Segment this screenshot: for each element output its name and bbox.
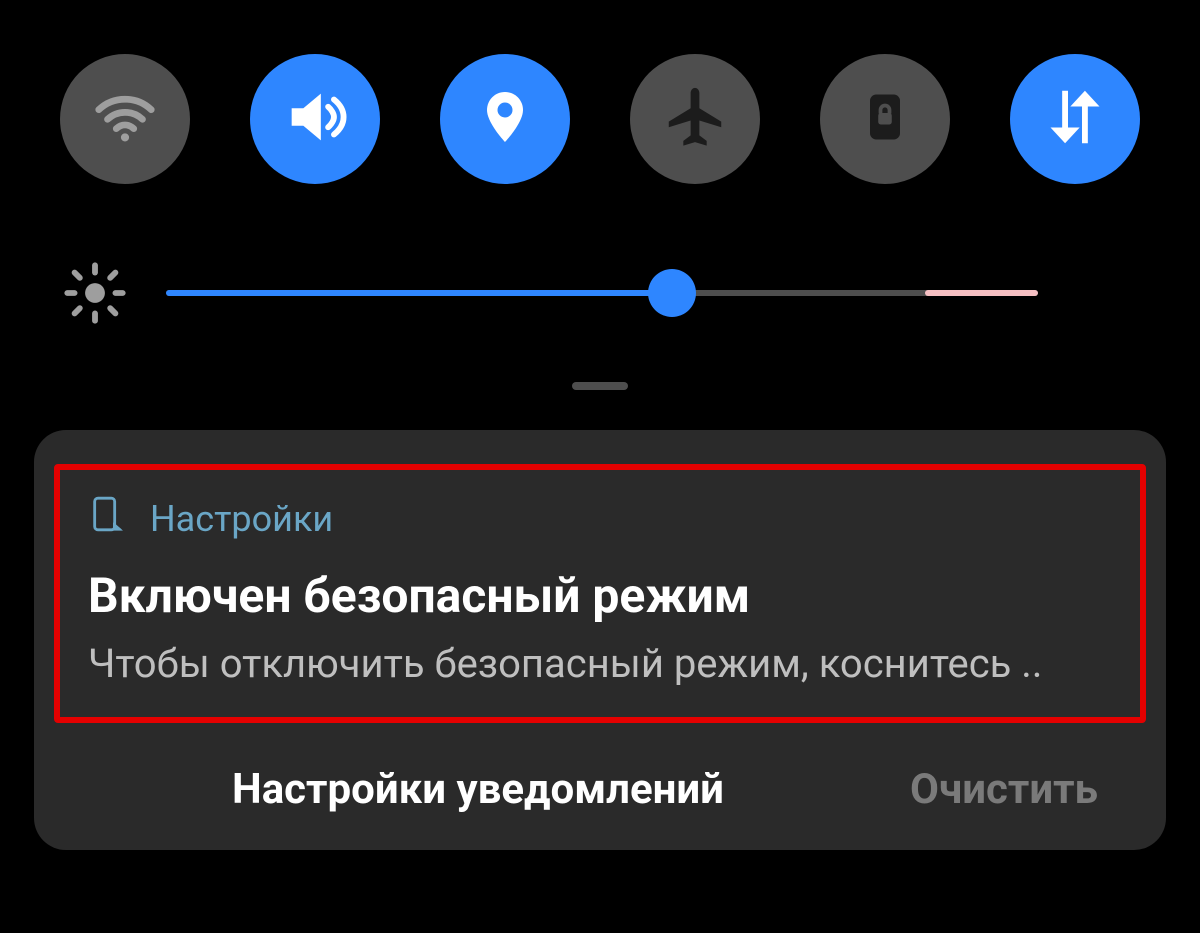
expand-button[interactable] [1080, 263, 1140, 323]
rotation-lock-toggle[interactable] [820, 54, 950, 184]
notification-area: Настройки Включен безопасный режим Чтобы… [0, 400, 1200, 850]
airplane-icon [660, 82, 730, 156]
wifi-icon [90, 82, 160, 156]
brightness-slider[interactable] [166, 273, 1038, 313]
settings-app-icon [88, 494, 150, 543]
wifi-toggle[interactable] [60, 54, 190, 184]
volume-icon [280, 82, 350, 156]
notification-body: Чтобы отключить безопасный режим, коснит… [88, 640, 1112, 687]
location-icon [475, 87, 535, 151]
notification-actions: Настройки уведомлений Очистить [46, 765, 1154, 814]
rotation-lock-icon [855, 87, 915, 151]
mobile-data-toggle[interactable] [1010, 54, 1140, 184]
notification-highlight-box: Настройки Включен безопасный режим Чтобы… [54, 464, 1146, 723]
brightness-row [0, 258, 1200, 328]
airplane-toggle[interactable] [630, 54, 760, 184]
sound-toggle[interactable] [250, 54, 380, 184]
slider-thumb[interactable] [648, 269, 696, 317]
notification-shade: Настройки Включен безопасный режим Чтобы… [0, 0, 1200, 933]
location-toggle[interactable] [440, 54, 570, 184]
slider-fill [166, 290, 672, 296]
notification-source-label: Настройки [150, 498, 333, 540]
drag-handle[interactable] [572, 382, 628, 390]
notification-settings-button[interactable]: Настройки уведомлений [46, 765, 910, 814]
quick-settings-panel [0, 0, 1200, 400]
clear-button[interactable]: Очистить [910, 765, 1098, 814]
data-icon [1040, 82, 1110, 156]
quick-settings-row [0, 54, 1200, 184]
notification-card[interactable]: Настройки Включен безопасный режим Чтобы… [34, 430, 1166, 850]
notification-source: Настройки [88, 494, 1112, 543]
slider-overbright [925, 290, 1038, 296]
notification-title: Включен безопасный режим [88, 567, 1112, 624]
brightness-icon [60, 258, 130, 328]
